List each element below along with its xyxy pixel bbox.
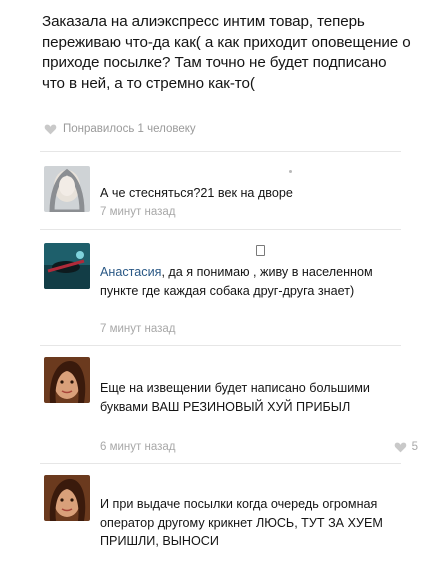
comment-text: Еще на извещении будет написано большими… [100,381,370,414]
post-likes[interactable]: Понравилось 1 человеку [44,123,196,135]
comment-like-count: 5 [411,441,418,453]
post-likes-label: Понравилось 1 человеку [63,123,196,135]
divider [40,463,401,464]
comment-time[interactable]: 7 минут назад [100,323,175,335]
avatar[interactable] [44,166,90,212]
avatar[interactable] [44,475,90,521]
divider [40,151,401,152]
post-text: Заказала на алиэкспресс интим товар, теп… [42,13,411,92]
avatar-image [44,357,90,403]
heart-icon [394,442,406,453]
dot-icon [289,170,292,173]
avatar-image [44,166,90,212]
heart-icon [44,124,57,135]
divider [40,345,401,346]
avatar-image [44,475,90,521]
avatar[interactable] [44,243,90,289]
comment-time[interactable]: 7 минут назад [100,206,175,218]
avatar[interactable] [44,357,90,403]
divider [40,229,401,230]
avatar-image [44,243,90,289]
comment-time[interactable]: 6 минут назад [100,441,175,453]
comment-text: И при выдаче посылки когда очередь огром… [100,497,383,548]
comment-body: Анастасия, да я понимаю , живу в населен… [100,263,390,300]
comment-text: А че стесняться?21 век на дворе [100,186,293,200]
comment-author-link[interactable]: Анастасия [100,265,161,279]
comment-like-button[interactable]: 5 [394,441,418,453]
document-icon [256,245,265,256]
